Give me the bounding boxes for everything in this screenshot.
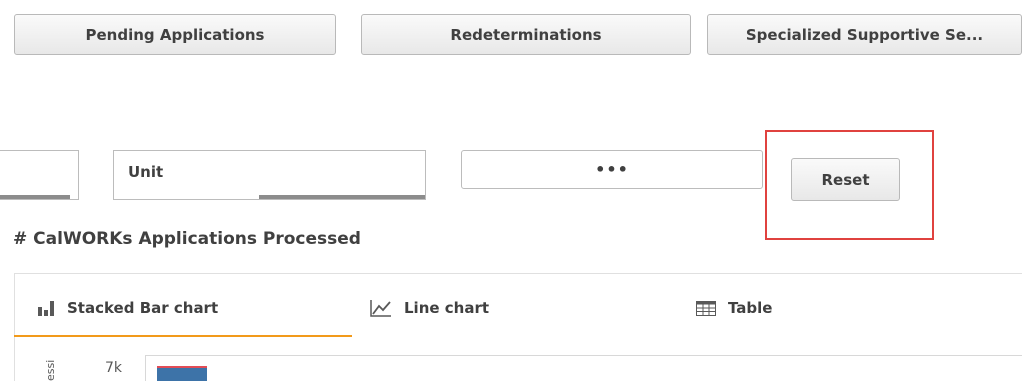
bar-segment-main	[157, 368, 207, 381]
tab-label: Stacked Bar chart	[67, 299, 219, 317]
filter-more-button[interactable]: •••	[461, 150, 763, 189]
filter-selection-bar	[259, 195, 425, 199]
tab-label: Line chart	[404, 299, 490, 317]
line-chart-icon	[370, 299, 392, 317]
filter-unit-label: Unit	[128, 163, 164, 181]
filter-box-previous[interactable]	[0, 150, 79, 200]
tab-label: Table	[728, 299, 773, 317]
y-axis-title: essi	[44, 359, 57, 381]
filter-box-unit[interactable]: Unit	[113, 150, 426, 200]
tab-line-chart[interactable]: Line chart	[370, 293, 489, 323]
active-tab-indicator	[14, 335, 352, 337]
section-title: # CalWORKs Applications Processed	[13, 229, 361, 249]
tab-table[interactable]: Table	[696, 293, 772, 323]
filter-selection-bar	[0, 195, 70, 199]
table-icon	[696, 300, 716, 316]
tab-stacked-bar-chart[interactable]: Stacked Bar chart	[38, 293, 218, 323]
nav-specialized-supportive-services-button[interactable]: Specialized Supportive Se...	[707, 14, 1022, 55]
nav-pending-applications-button[interactable]: Pending Applications	[14, 14, 336, 55]
chart-plot-area	[145, 355, 1022, 381]
reset-highlight-box	[765, 130, 934, 240]
y-tick-label: 7k	[105, 360, 123, 376]
bar-chart-icon	[38, 300, 55, 316]
nav-redeterminations-button[interactable]: Redeterminations	[361, 14, 691, 55]
